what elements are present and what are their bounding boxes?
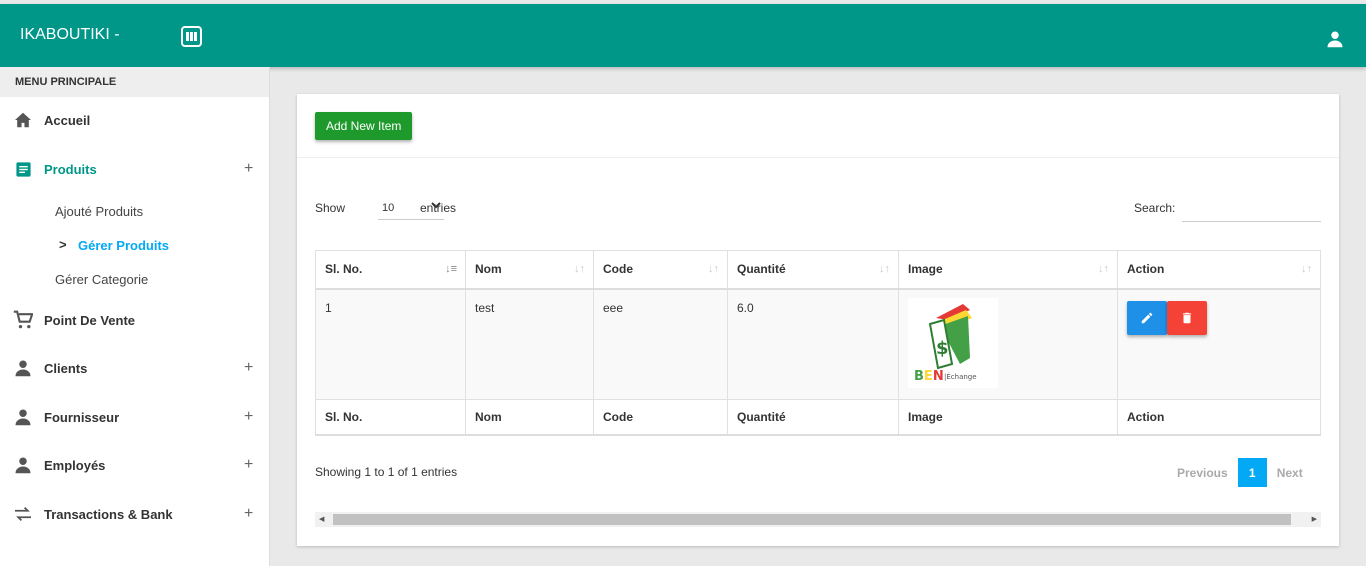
column-header-quantite[interactable]: Quantité ↓↑ bbox=[727, 250, 899, 290]
subitem-ajoute-produits[interactable]: Ajouté Produits bbox=[55, 204, 143, 219]
products-table: Sl. No. ↓≡ Nom ↓↑ Code ↓↑ Quantité ↓↑ Image ↓… bbox=[315, 250, 1321, 436]
swap-icon bbox=[13, 504, 33, 524]
previous-button[interactable]: Previous bbox=[1177, 466, 1228, 480]
sidebar-item-label: Produits bbox=[44, 161, 97, 177]
table-row: 1 test eee 6.0 $ BEN |Échange bbox=[315, 288, 1321, 400]
search-label: Search: bbox=[1134, 201, 1176, 215]
menu-header: MENU PRINCIPALE bbox=[0, 67, 269, 97]
sidebar-item-label: Clients bbox=[44, 360, 88, 376]
cart-icon bbox=[13, 310, 33, 330]
person-icon bbox=[13, 407, 33, 427]
sidebar-item-accueil[interactable]: Accueil bbox=[0, 105, 270, 135]
column-header-sl-no[interactable]: Sl. No. ↓≡ bbox=[315, 250, 466, 290]
page-size-value: 10 bbox=[382, 202, 395, 214]
footer-image: Image bbox=[898, 398, 1118, 436]
delete-button[interactable] bbox=[1167, 300, 1207, 335]
pencil-icon bbox=[1141, 312, 1153, 323]
top-bar: IKABOUTIKI - bbox=[0, 4, 1366, 67]
sidebar-item-produits[interactable]: Produits + bbox=[0, 154, 270, 184]
sidebar-item-label: Accueil bbox=[44, 112, 91, 128]
pagination: Previous 1 Next bbox=[1177, 458, 1303, 487]
logo-text: BEN bbox=[914, 369, 944, 384]
sidebar-item-label: Point De Vente bbox=[44, 312, 136, 328]
home-icon bbox=[13, 110, 33, 130]
sidebar-item-transactions-bank[interactable]: Transactions & Bank + bbox=[0, 499, 270, 529]
sidebar-item-employes[interactable]: Employés + bbox=[0, 450, 270, 480]
column-header-image[interactable]: Image ↓↑ bbox=[898, 250, 1118, 290]
table-info: Showing 1 to 1 of 1 entries bbox=[315, 465, 458, 479]
expand-icon[interactable]: + bbox=[244, 160, 253, 178]
expand-icon[interactable]: + bbox=[244, 456, 253, 474]
expand-icon[interactable]: + bbox=[244, 408, 253, 426]
person-icon bbox=[13, 358, 33, 378]
sort-asc-icon: ↓≡ bbox=[445, 263, 457, 275]
next-button[interactable]: Next bbox=[1277, 466, 1303, 480]
edit-button[interactable] bbox=[1127, 300, 1167, 335]
column-header-code[interactable]: Code ↓↑ bbox=[593, 250, 728, 290]
sidebar-item-fournisseur[interactable]: Fournisseur + bbox=[0, 402, 270, 432]
footer-quantite: Quantité bbox=[727, 398, 899, 436]
sidebar-item-clients[interactable]: Clients + bbox=[0, 353, 270, 383]
sort-icon: ↓↑ bbox=[1098, 263, 1109, 275]
entries-label: entries bbox=[420, 201, 457, 215]
brand-title[interactable]: IKABOUTIKI - bbox=[20, 26, 120, 44]
cell-sl-no: 1 bbox=[315, 288, 466, 400]
scrollbar-thumb[interactable] bbox=[333, 514, 1291, 525]
document-icon bbox=[13, 159, 33, 179]
sort-icon: ↓↑ bbox=[708, 263, 719, 275]
horizontal-scrollbar[interactable]: ◀ ▶ bbox=[315, 512, 1321, 527]
add-new-item-button[interactable]: Add New Item bbox=[315, 112, 413, 140]
cell-nom: test bbox=[465, 288, 594, 400]
product-image: $ BEN |Échange bbox=[908, 297, 998, 388]
cell-action bbox=[1117, 288, 1321, 400]
grid-icon[interactable] bbox=[181, 26, 202, 47]
trash-icon bbox=[1182, 312, 1192, 323]
sort-icon: ↓↑ bbox=[1301, 263, 1312, 275]
search-input[interactable] bbox=[1182, 198, 1321, 222]
user-icon[interactable] bbox=[1326, 30, 1344, 48]
sidebar-item-label: Employés bbox=[44, 457, 106, 473]
show-label: Show bbox=[315, 201, 346, 215]
expand-icon[interactable]: + bbox=[244, 505, 253, 523]
sort-icon: ↓↑ bbox=[879, 263, 890, 275]
footer-sl-no: Sl. No. bbox=[315, 398, 466, 436]
scroll-left-icon[interactable]: ◀ bbox=[319, 515, 324, 523]
column-header-action[interactable]: Action ↓↑ bbox=[1117, 250, 1321, 290]
person-icon bbox=[13, 455, 33, 475]
sort-icon: ↓↑ bbox=[574, 263, 585, 275]
footer-action: Action bbox=[1117, 398, 1321, 436]
products-card: Add New Item Show 10 entries Search: Sl.… bbox=[297, 94, 1339, 546]
sidebar-item-label: Fournisseur bbox=[44, 409, 120, 425]
footer-nom: Nom bbox=[465, 398, 594, 436]
sidebar: MENU PRINCIPALE Accueil Produits + Ajout… bbox=[0, 67, 270, 566]
sidebar-item-point-de-vente[interactable]: Point De Vente bbox=[0, 305, 270, 335]
subitem-gerer-produits[interactable]: Gérer Produits bbox=[78, 238, 169, 253]
svg-text:|Échange: |Échange bbox=[944, 372, 977, 381]
footer-code: Code bbox=[593, 398, 728, 436]
card-header: Add New Item bbox=[297, 94, 1339, 158]
cell-quantite: 6.0 bbox=[727, 288, 899, 400]
cell-image: $ BEN |Échange bbox=[898, 288, 1118, 400]
sidebar-item-label: Transactions & Bank bbox=[44, 506, 173, 522]
chevron-right-icon: > bbox=[59, 237, 67, 252]
column-header-nom[interactable]: Nom ↓↑ bbox=[465, 250, 594, 290]
svg-text:$: $ bbox=[936, 338, 949, 359]
cell-code: eee bbox=[593, 288, 728, 400]
subitem-gerer-categorie[interactable]: Gérer Categorie bbox=[55, 272, 148, 287]
page-1-button[interactable]: 1 bbox=[1237, 458, 1267, 487]
expand-icon[interactable]: + bbox=[244, 359, 253, 377]
scroll-right-icon[interactable]: ▶ bbox=[1312, 515, 1317, 523]
